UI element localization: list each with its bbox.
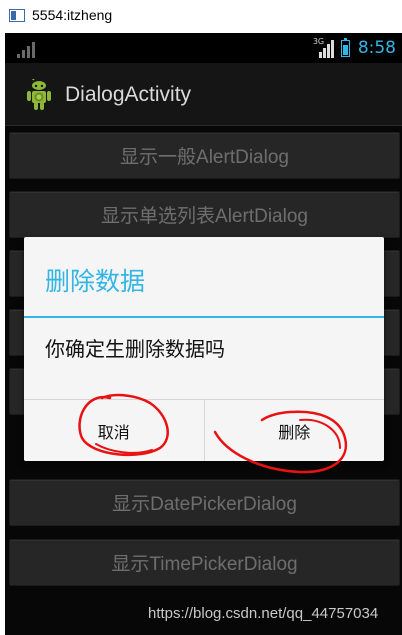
delete-alert-dialog: 删除数据 你确定生删除数据吗 取消 删除: [24, 237, 384, 461]
status-clock: 8:58: [357, 38, 396, 58]
cancel-button[interactable]: 取消: [24, 400, 205, 461]
signal-3g-icon: 3G: [312, 37, 335, 58]
activity-title: DialogActivity: [65, 83, 192, 106]
dialog-button-bar: 取消 删除: [24, 399, 384, 461]
dialog-title: 删除数据: [45, 268, 146, 296]
network-type-label: 3G: [312, 37, 325, 46]
window-title: 5554:itzheng: [32, 7, 113, 23]
window-app-icon: [9, 9, 25, 22]
signal-left-icon: [17, 40, 39, 58]
action-bar: DialogActivity: [5, 63, 402, 126]
show-single-choice-dialog-button[interactable]: 显示单选列表AlertDialog: [9, 191, 400, 238]
status-bar-right: 3G 8:58: [313, 37, 396, 59]
window-titlebar: 5554:itzheng: [0, 0, 402, 33]
battery-icon: [340, 37, 350, 57]
delete-button[interactable]: 删除: [204, 400, 384, 461]
android-robot-icon: [27, 79, 51, 110]
show-date-picker-dialog-button[interactable]: 显示DatePickerDialog: [9, 479, 400, 526]
dialog-message: 你确定生删除数据吗: [45, 339, 225, 361]
show-time-picker-dialog-button[interactable]: 显示TimePickerDialog: [9, 539, 400, 586]
show-alert-dialog-button[interactable]: 显示一般AlertDialog: [9, 132, 400, 179]
watermark: https://blog.csdn.net/qq_44757034: [148, 605, 379, 622]
status-bar: 3G 8:58: [5, 33, 402, 63]
dialog-title-divider: [24, 316, 384, 318]
